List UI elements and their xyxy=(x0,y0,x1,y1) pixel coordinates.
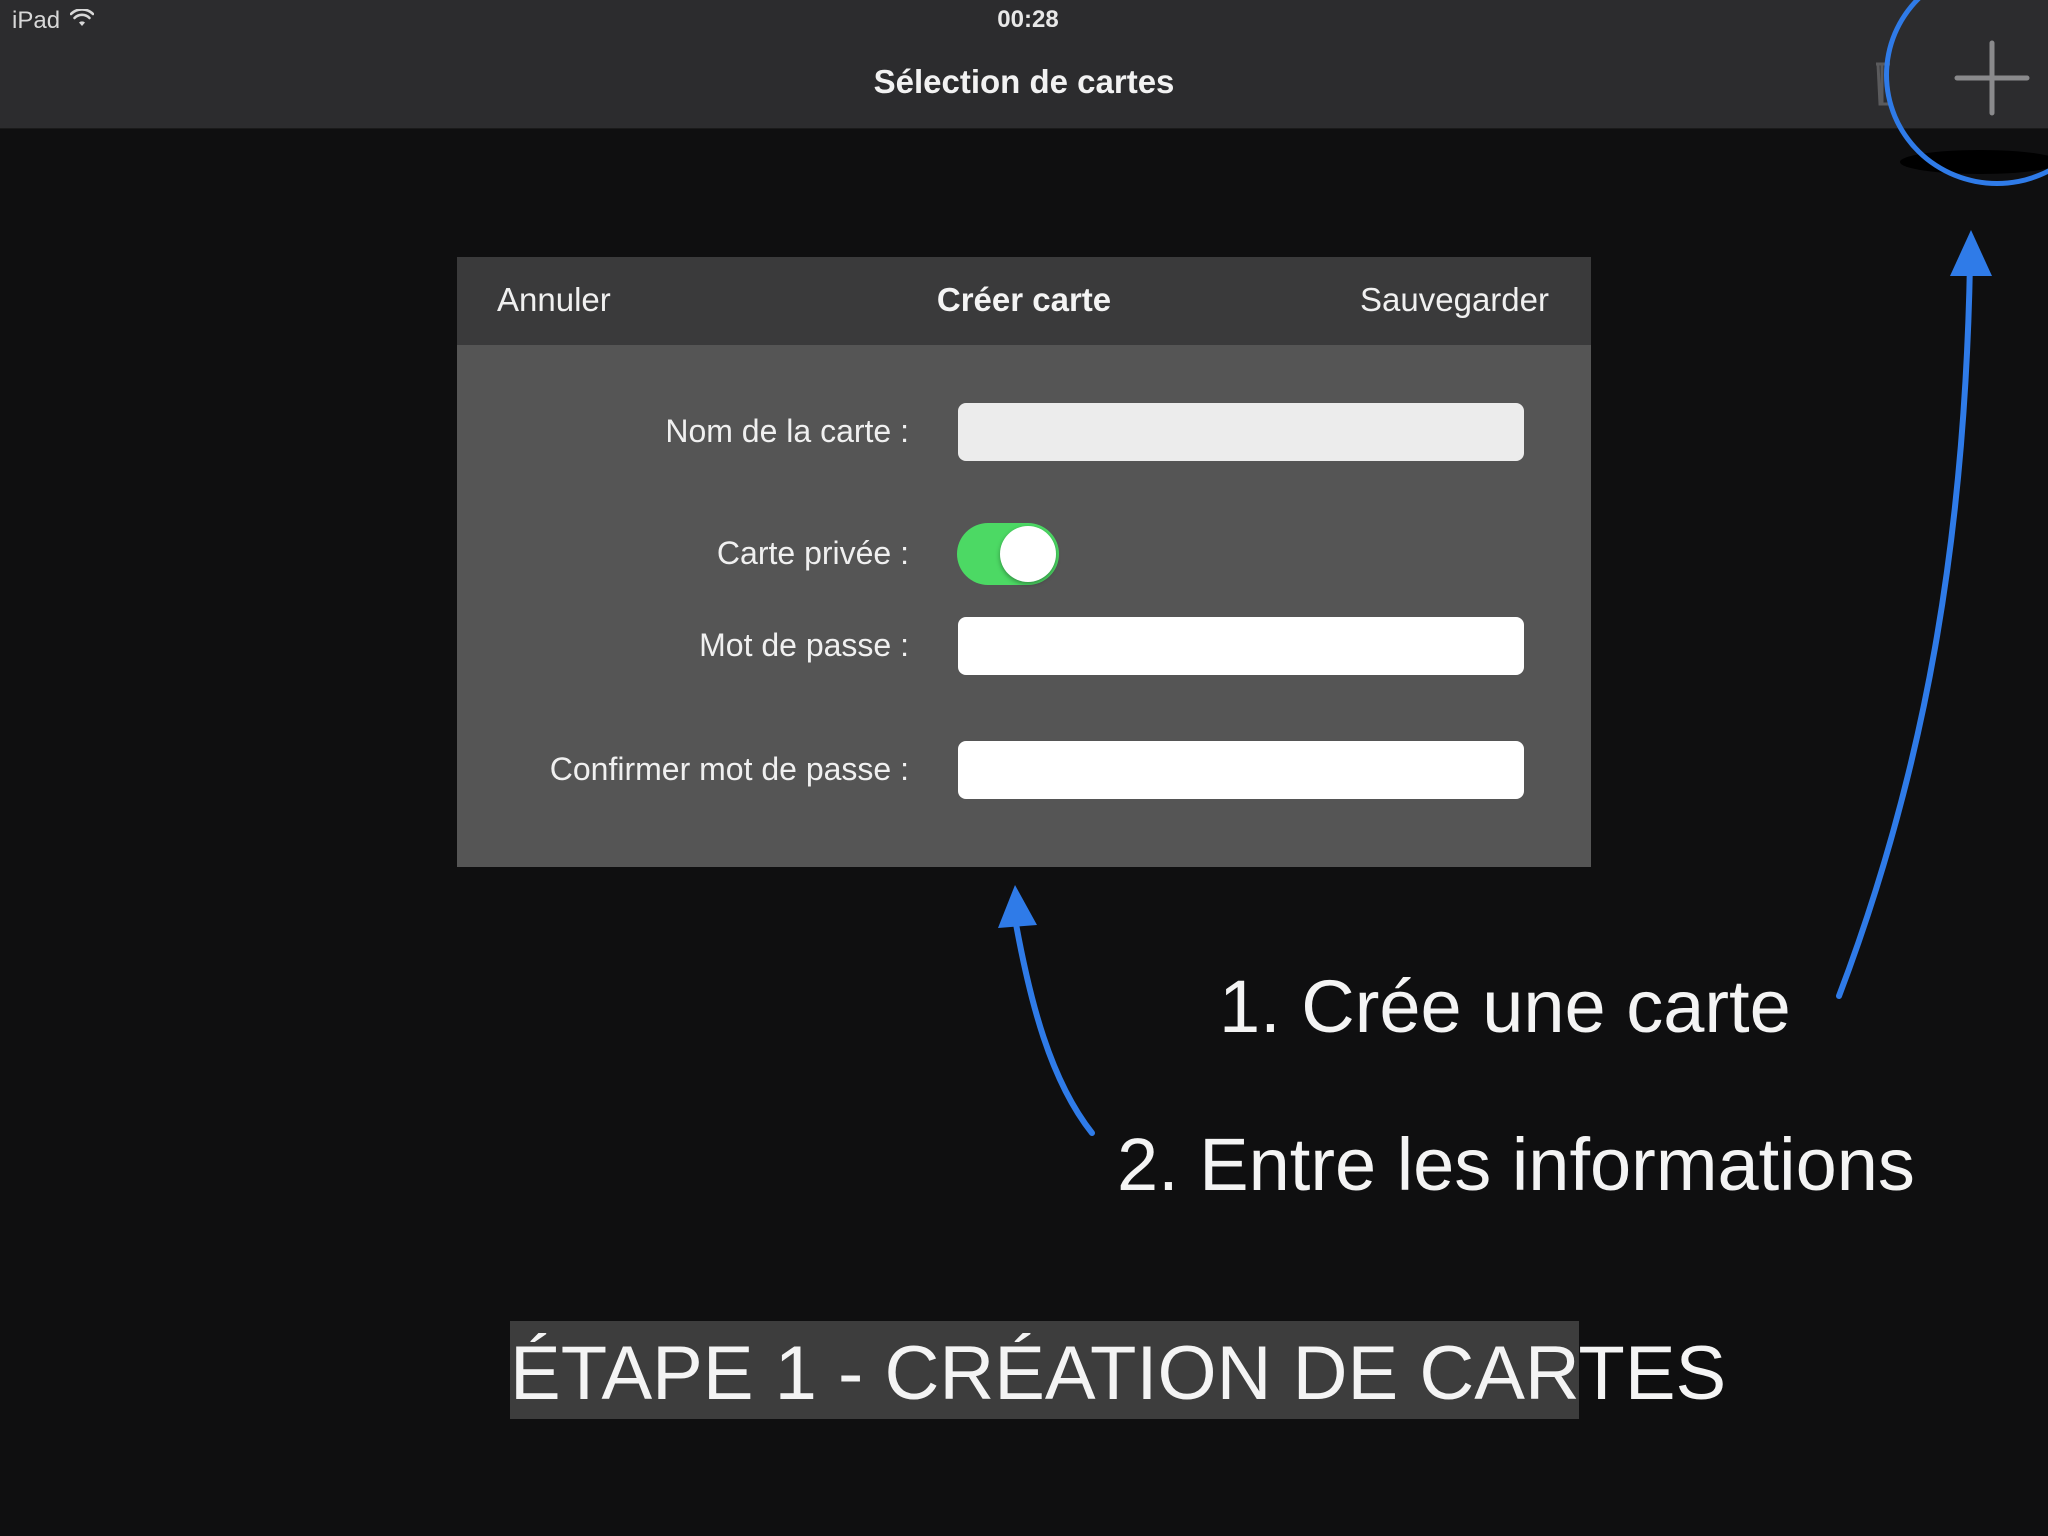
arrow-step1-line xyxy=(1836,259,1973,999)
arrow-step2-line xyxy=(1013,921,1095,1136)
caption-text: ÉTAPE 1 - CRÉATION DE CARTES xyxy=(510,1331,1727,1416)
screen: iPad 00:28 Sélection de cartes Annuler C… xyxy=(0,0,2048,1536)
step1-annotation: 1. Crée une carte xyxy=(1219,965,1791,1048)
caption-banner: ÉTAPE 1 - CRÉATION DE CARTES xyxy=(510,1321,1727,1419)
annotation-arrows xyxy=(998,230,1992,1136)
arrow-step1-head xyxy=(1950,230,1992,276)
arrow-step2-head xyxy=(998,885,1037,928)
step2-annotation: 2. Entre les informations xyxy=(1117,1123,1915,1206)
